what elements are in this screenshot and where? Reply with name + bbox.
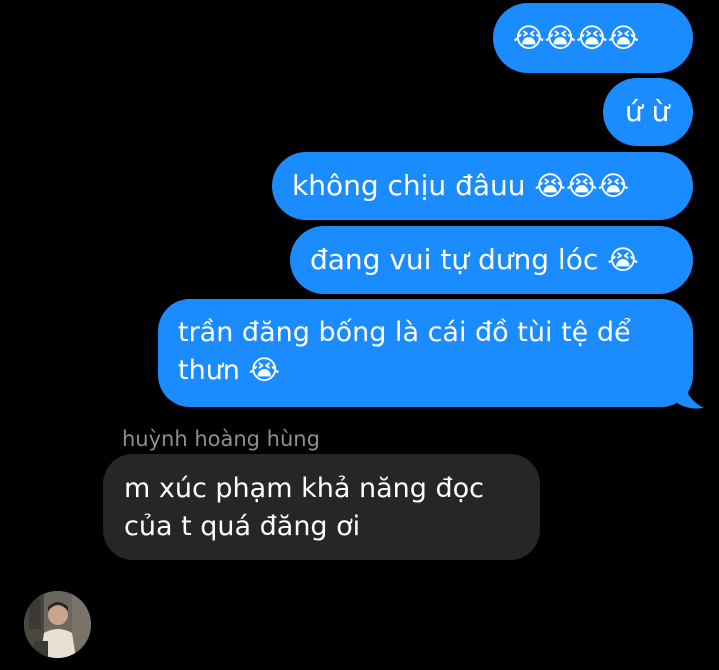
crying-face-emoji-large: 😭 bbox=[103, 564, 197, 657]
avatar-photo bbox=[24, 591, 91, 658]
message-text: thưn bbox=[178, 355, 249, 386]
crying-face-emoji: 😭😭😭😭 bbox=[513, 23, 640, 54]
message-text-line-2: thưn 😭 bbox=[178, 352, 693, 390]
crying-face-emoji: 😭 bbox=[248, 355, 281, 386]
message-text-line-1: m xúc phạm khả năng đọc bbox=[124, 473, 484, 504]
bubble-tail bbox=[672, 380, 704, 409]
outgoing-message-4[interactable]: đang vui tự dưng lóc 😭 bbox=[290, 226, 693, 294]
sender-name: huỳnh hoàng hùng bbox=[122, 427, 320, 451]
incoming-message[interactable]: m xúc phạm khả năng đọc của t quá đăng ơ… bbox=[103, 454, 540, 560]
outgoing-message-1[interactable]: 😭😭😭😭 bbox=[493, 3, 693, 73]
crying-face-emoji: 😭😭😭 bbox=[534, 171, 630, 202]
outgoing-message-2[interactable]: ứ ừ bbox=[603, 78, 693, 146]
crying-face-emoji: 😭 bbox=[607, 245, 639, 276]
crying-face-emoji-large: 😭 bbox=[299, 564, 393, 657]
message-text-line-1: trần đăng bống là cái đồ tùi tệ dể bbox=[178, 317, 631, 348]
message-text: đang vui tự dưng lóc bbox=[310, 243, 608, 276]
outgoing-message-3[interactable]: không chịu đâuu 😭😭😭 bbox=[272, 152, 693, 220]
crying-face-emoji-large: 😭 bbox=[201, 564, 295, 657]
message-text-line-2: của t quá đăng ơi bbox=[124, 511, 361, 542]
outgoing-message-5[interactable]: trần đăng bống là cái đồ tùi tệ dể thưn … bbox=[158, 299, 693, 407]
avatar[interactable] bbox=[24, 591, 91, 658]
message-text: không chịu đâuu bbox=[292, 169, 535, 202]
message-text: ứ ừ bbox=[625, 95, 670, 128]
